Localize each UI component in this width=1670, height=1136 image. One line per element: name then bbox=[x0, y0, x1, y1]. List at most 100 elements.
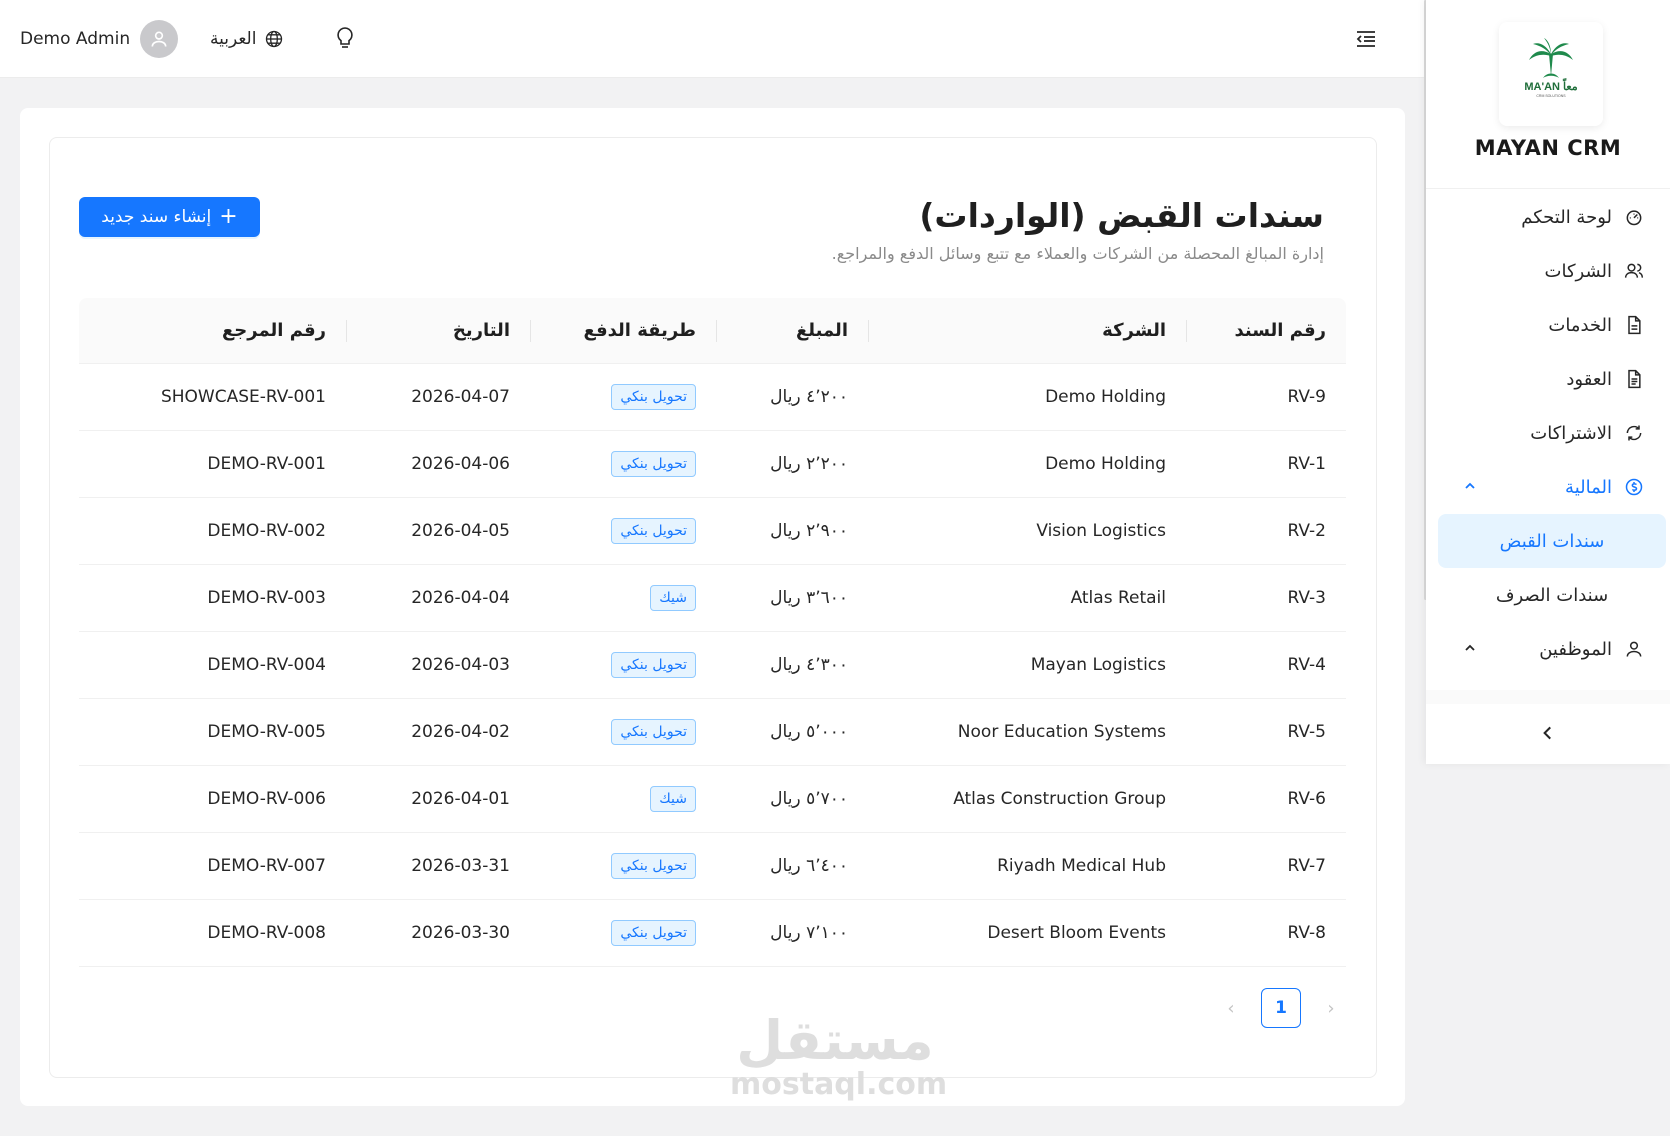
table-row[interactable]: RV-1 Demo Holding ٢٬٢٠٠ ريال تحويل بنكي 2026… bbox=[79, 431, 1346, 498]
payment-method-tag: تحويل بنكي bbox=[611, 384, 696, 410]
payment-method-cell: تحويل بنكي bbox=[530, 498, 716, 564]
table-row[interactable]: RV-4 Mayan Logistics ٤٬٣٠٠ ريال تحويل بنكي 2… bbox=[79, 632, 1346, 699]
amount: ٥٬٧٠٠ ريال bbox=[770, 789, 848, 809]
voucher-id: RV-6 bbox=[1287, 789, 1326, 809]
date-cell: 2026-04-06 bbox=[346, 431, 530, 497]
table-row[interactable]: RV-5 Noor Education Systems ٥٬٠٠٠ ريال تحوي… bbox=[79, 699, 1346, 766]
sidebar-item-label: العقود bbox=[1566, 368, 1612, 390]
company-name-cell: Demo Holding bbox=[868, 431, 1186, 497]
table-row[interactable]: RV-7 Riyadh Medical Hub ٦٬٤٠٠ ريال تحويل بن… bbox=[79, 833, 1346, 900]
logo-mark: MA'AN معاً CRM SOLUTIONS bbox=[1524, 38, 1578, 98]
payment-method-cell: تحويل بنكي bbox=[530, 900, 716, 966]
company-name-cell: Demo Holding bbox=[868, 364, 1186, 430]
payment-method-tag: تحويل بنكي bbox=[611, 719, 696, 745]
table-row[interactable]: RV-6 Atlas Construction Group ٥٬٧٠٠ ريال شي… bbox=[79, 766, 1346, 833]
payment-method-tag: تحويل بنكي bbox=[611, 518, 696, 544]
user-name: Demo Admin bbox=[20, 29, 131, 49]
column-header-date[interactable]: التاريخ bbox=[346, 298, 530, 363]
page-1-button[interactable]: 1 bbox=[1261, 988, 1301, 1028]
file-icon bbox=[1628, 315, 1641, 335]
reference-number-cell: DEMO-RV-002 bbox=[79, 498, 346, 564]
company-name-cell: Vision Logistics bbox=[868, 498, 1186, 564]
chevron-up-icon[interactable] bbox=[1462, 640, 1478, 656]
reference-number-cell: DEMO-RV-007 bbox=[79, 833, 346, 899]
next-page-button[interactable]: › bbox=[1316, 993, 1346, 1023]
sidebar-item-label: الاشتراكات bbox=[1530, 422, 1612, 444]
reference-number: DEMO-RV-003 bbox=[207, 588, 326, 608]
globe-icon bbox=[266, 30, 283, 48]
amount: ٣٬٦٠٠ ريال bbox=[770, 588, 848, 608]
sidebar-item-subscriptions[interactable]: الاشتراكات bbox=[1426, 406, 1670, 460]
date: 2026-04-01 bbox=[411, 789, 510, 809]
prev-page-button[interactable]: ‹ bbox=[1216, 993, 1246, 1023]
voucher-id-cell: RV-5 bbox=[1186, 699, 1346, 765]
voucher-id-cell: RV-2 bbox=[1186, 498, 1346, 564]
company-name: Riyadh Medical Hub bbox=[997, 856, 1166, 876]
company-name: Mayan Logistics bbox=[1030, 655, 1166, 675]
date: 2026-04-07 bbox=[411, 387, 510, 407]
payment-method-cell: شيك bbox=[530, 766, 716, 832]
top-bar: Demo Admin العربية bbox=[0, 0, 1424, 78]
date: 2026-04-03 bbox=[411, 655, 510, 675]
voucher-id: RV-8 bbox=[1287, 923, 1326, 943]
amount: ٤٬٣٠٠ ريال bbox=[770, 655, 848, 675]
sidebar-subitem-label: سندات الصرف bbox=[1495, 584, 1609, 606]
sidebar-subitem-payments[interactable]: سندات الصرف bbox=[1438, 568, 1666, 622]
sidebar-subitem-receipts[interactable]: سندات القبض bbox=[1438, 514, 1666, 568]
company-name-cell: Atlas Construction Group bbox=[868, 766, 1186, 832]
date: 2026-04-02 bbox=[411, 722, 510, 742]
reference-number: DEMO-RV-002 bbox=[207, 521, 326, 541]
company-name: Vision Logistics bbox=[1036, 521, 1166, 541]
column-header-amount[interactable]: المبلغ bbox=[716, 298, 868, 363]
company-name-cell: Mayan Logistics bbox=[868, 632, 1186, 698]
column-header-ref[interactable]: رقم المرجع bbox=[79, 298, 346, 363]
bulb-icon[interactable] bbox=[334, 25, 356, 53]
table-row[interactable]: RV-9 Demo Holding ٤٬٢٠٠ ريال تحويل بنكي 2026… bbox=[79, 364, 1346, 431]
sidebar-item-dashboard[interactable]: لوحة التحكم bbox=[1426, 190, 1670, 244]
table-body: RV-9 Demo Holding ٤٬٢٠٠ ريال تحويل بنكي 2026… bbox=[79, 364, 1346, 967]
reference-number: DEMO-RV-006 bbox=[207, 789, 326, 809]
sidebar-item-contracts[interactable]: العقود bbox=[1426, 352, 1670, 406]
file-text-icon bbox=[1628, 369, 1641, 389]
sidebar: MA'AN معاً CRM SOLUTIONS MAYAN CRM لوحة … bbox=[1426, 0, 1670, 764]
voucher-id: RV-4 bbox=[1287, 655, 1326, 675]
collapse-sidebar-button[interactable] bbox=[1426, 708, 1670, 758]
team-icon bbox=[1624, 263, 1644, 278]
sidebar-item-services[interactable]: الخدمات bbox=[1426, 298, 1670, 352]
date: 2026-04-06 bbox=[411, 454, 510, 474]
column-header-company[interactable]: الشركة bbox=[868, 298, 1186, 363]
reference-number-cell: DEMO-RV-004 bbox=[79, 632, 346, 698]
menu-fold-icon[interactable] bbox=[1354, 27, 1378, 51]
sidebar-subitem-label: سندات القبض bbox=[1499, 530, 1605, 552]
sidebar-item-finance[interactable]: المالية bbox=[1426, 460, 1670, 514]
company-name-cell: Noor Education Systems bbox=[868, 699, 1186, 765]
company-name-cell: Riyadh Medical Hub bbox=[868, 833, 1186, 899]
payment-method-cell: تحويل بنكي bbox=[530, 431, 716, 497]
chevron-up-icon[interactable] bbox=[1462, 478, 1478, 494]
payment-method-tag: تحويل بنكي bbox=[611, 853, 696, 879]
user-menu[interactable]: Demo Admin bbox=[20, 20, 179, 58]
table-row[interactable]: RV-3 Atlas Retail ٣٬٦٠٠ ريال شيك 2026-04-04 D… bbox=[79, 565, 1346, 632]
date: 2026-03-30 bbox=[411, 923, 510, 943]
table-row[interactable]: RV-8 Desert Bloom Events ٧٬١٠٠ ريال تحويل ب… bbox=[79, 900, 1346, 967]
create-voucher-label: إنشاء سند جديد bbox=[101, 207, 212, 227]
reference-number-cell: DEMO-RV-003 bbox=[79, 565, 346, 631]
column-header-method[interactable]: طريقة الدفع bbox=[530, 298, 716, 363]
avatar[interactable] bbox=[140, 20, 179, 58]
voucher-id-cell: RV-8 bbox=[1186, 900, 1346, 966]
sidebar-item-employees[interactable]: الموظفين bbox=[1426, 622, 1670, 676]
brand-name: MAYAN CRM bbox=[1474, 136, 1622, 160]
voucher-id: RV-3 bbox=[1287, 588, 1326, 608]
column-header-id[interactable]: رقم السند bbox=[1186, 298, 1346, 363]
table-row[interactable]: RV-2 Vision Logistics ٢٬٩٠٠ ريال تحويل بنكي… bbox=[79, 498, 1346, 565]
payment-method-tag: شيك bbox=[650, 585, 696, 611]
payment-method-cell: تحويل بنكي bbox=[530, 632, 716, 698]
amount-cell: ٧٬١٠٠ ريال bbox=[716, 900, 868, 966]
payment-method-cell: تحويل بنكي bbox=[530, 833, 716, 899]
language-switcher[interactable]: العربية bbox=[210, 24, 284, 54]
create-voucher-button[interactable]: + إنشاء سند جديد bbox=[79, 197, 260, 237]
reference-number: DEMO-RV-005 bbox=[207, 722, 326, 742]
date: 2026-03-31 bbox=[411, 856, 510, 876]
receipts-table: رقم السند الشركة المبلغ طريقة الدفع التا… bbox=[79, 298, 1346, 967]
sidebar-item-companies[interactable]: الشركات bbox=[1426, 244, 1670, 298]
